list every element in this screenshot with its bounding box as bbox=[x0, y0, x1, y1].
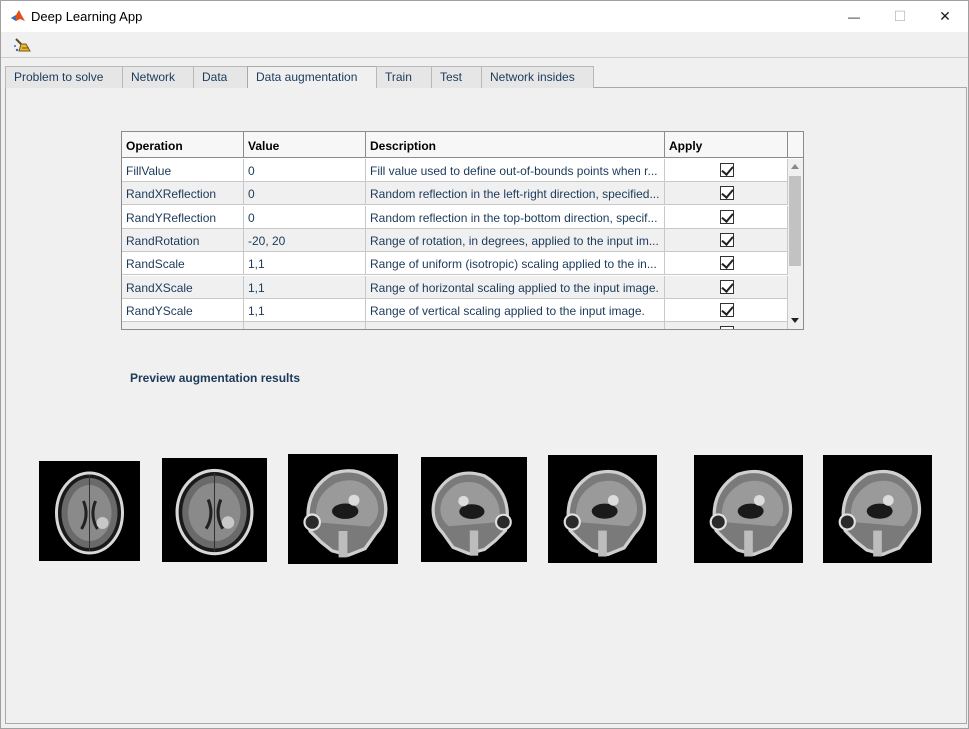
cell-value[interactable]: 1,1 bbox=[244, 252, 366, 276]
tab-label: Data bbox=[202, 70, 228, 84]
table-row[interactable]: RandYScale 1,1 Range of vertical scaling a… bbox=[122, 298, 788, 322]
cell-value[interactable]: 0 bbox=[244, 182, 366, 206]
close-button[interactable]: ✕ bbox=[922, 1, 968, 32]
scroll-thumb[interactable] bbox=[789, 176, 801, 266]
cell-description[interactable]: Fill value used to define out-of-bounds … bbox=[366, 159, 665, 182]
app-window: Deep Learning App — ☐ ✕ Problem to solve… bbox=[0, 0, 969, 729]
maximize-icon: ☐ bbox=[893, 8, 907, 24]
apply-checkbox[interactable] bbox=[720, 326, 734, 329]
apply-checkbox[interactable] bbox=[720, 302, 734, 317]
cell-value[interactable]: 0 bbox=[244, 159, 366, 182]
preview-image-6 bbox=[694, 455, 803, 563]
column-header-value[interactable]: Value bbox=[244, 132, 366, 158]
cell-value[interactable]: -20, 20 bbox=[244, 228, 366, 252]
cell-apply bbox=[665, 252, 788, 276]
apply-checkbox[interactable] bbox=[720, 186, 734, 201]
cell-description[interactable]: Range of vertical scaling applied to the… bbox=[366, 298, 665, 322]
preview-image-7 bbox=[823, 455, 932, 563]
table-scrollbar[interactable] bbox=[788, 159, 803, 329]
cell-description[interactable]: Range of uniform (isotropic) scaling app… bbox=[366, 252, 665, 276]
cell-apply bbox=[665, 275, 788, 299]
cell-operation[interactable]: RandYReflection bbox=[122, 205, 244, 229]
cell-description[interactable]: Range of horizontal scaling applied to t… bbox=[366, 275, 665, 299]
cell-description[interactable]: Random reflection in the top-bottom dire… bbox=[366, 205, 665, 229]
cell-apply bbox=[665, 298, 788, 322]
tab-test[interactable]: Test bbox=[431, 66, 482, 88]
brush-icon[interactable] bbox=[13, 36, 33, 54]
apply-checkbox[interactable] bbox=[720, 256, 734, 271]
preview-image-4 bbox=[421, 457, 527, 562]
preview-image-3 bbox=[288, 454, 398, 564]
matlab-logo-icon bbox=[10, 8, 26, 24]
tab-label: Network insides bbox=[490, 70, 575, 84]
table-row[interactable]: RandYReflection 0 Random reflection in the… bbox=[122, 205, 788, 229]
tab-label: Problem to solve bbox=[14, 70, 104, 84]
tab-problem-to-solve[interactable]: Problem to solve bbox=[5, 66, 123, 88]
scroll-up-icon[interactable] bbox=[791, 164, 799, 169]
apply-checkbox[interactable] bbox=[720, 279, 734, 294]
cell-apply bbox=[665, 205, 788, 229]
preview-image-1 bbox=[39, 461, 140, 561]
tab-data[interactable]: Data bbox=[193, 66, 248, 88]
close-icon: ✕ bbox=[939, 8, 951, 24]
scroll-down-icon[interactable] bbox=[791, 318, 799, 323]
cell-operation[interactable]: RandXScale bbox=[122, 275, 244, 299]
table-row[interactable]: RandXReflection 0 Random reflection in the… bbox=[122, 182, 788, 206]
column-header-operation[interactable]: Operation bbox=[122, 132, 244, 158]
cell-apply bbox=[665, 228, 788, 252]
table-row[interactable]: RandXScale 1,1 Range of horizontal scaling… bbox=[122, 275, 788, 299]
cell-value[interactable]: 0 bbox=[244, 205, 366, 229]
cell-operation[interactable]: RandScale bbox=[122, 252, 244, 276]
minimize-icon: — bbox=[848, 9, 860, 24]
cell-description[interactable] bbox=[366, 322, 665, 329]
tab-network-insides[interactable]: Network insides bbox=[481, 66, 594, 88]
cell-value[interactable] bbox=[244, 322, 366, 329]
title-bar: Deep Learning App — ☐ ✕ bbox=[1, 1, 968, 32]
apply-checkbox[interactable] bbox=[720, 209, 734, 224]
preview-image-5 bbox=[548, 455, 657, 563]
minimize-button[interactable]: — bbox=[831, 1, 877, 32]
cell-apply bbox=[665, 182, 788, 206]
tab-label: Train bbox=[385, 70, 412, 84]
preview-label: Preview augmentation results bbox=[130, 371, 301, 385]
window-title: Deep Learning App bbox=[31, 9, 143, 24]
apply-checkbox[interactable] bbox=[720, 232, 734, 247]
cell-operation[interactable]: FillValue bbox=[122, 159, 244, 182]
cell-value[interactable]: 1,1 bbox=[244, 298, 366, 322]
column-header-description[interactable]: Description bbox=[366, 132, 665, 158]
apply-checkbox[interactable] bbox=[720, 163, 734, 177]
tab-train[interactable]: Train bbox=[376, 66, 432, 88]
tab-label: Test bbox=[440, 70, 463, 84]
cell-operation[interactable]: RandYScale bbox=[122, 298, 244, 322]
table-header: Operation Value Description Apply bbox=[122, 132, 803, 158]
table-row[interactable] bbox=[122, 322, 788, 329]
preview-image-2 bbox=[162, 458, 267, 562]
cell-value[interactable]: 1,1 bbox=[244, 275, 366, 299]
column-header-apply[interactable]: Apply bbox=[665, 132, 788, 158]
cell-operation[interactable]: RandXReflection bbox=[122, 182, 244, 206]
cell-apply bbox=[665, 322, 788, 329]
toolbar bbox=[1, 32, 968, 58]
maximize-button[interactable]: ☐ bbox=[877, 1, 923, 32]
table-row[interactable]: RandRotation -20, 20 Range of rotation, in… bbox=[122, 228, 788, 252]
cell-operation[interactable] bbox=[122, 322, 244, 329]
cell-operation[interactable]: RandRotation bbox=[122, 228, 244, 252]
augmentation-table[interactable]: Operation Value Description Apply FillVa… bbox=[121, 131, 804, 330]
tab-data-augmentation[interactable]: Data augmentation bbox=[247, 66, 377, 89]
tab-label: Data augmentation bbox=[256, 70, 358, 84]
table-row[interactable]: RandScale 1,1 Range of uniform (isotropic)… bbox=[122, 252, 788, 276]
tab-network[interactable]: Network bbox=[122, 66, 194, 88]
table-row[interactable]: FillValue 0 Fill value used to define out-… bbox=[122, 159, 788, 182]
tab-bar: Problem to solve Network Data Data augme… bbox=[5, 66, 967, 89]
cell-apply bbox=[665, 159, 788, 182]
cell-description[interactable]: Random reflection in the left-right dire… bbox=[366, 182, 665, 206]
tab-label: Network bbox=[131, 70, 176, 84]
cell-description[interactable]: Range of rotation, in degrees, applied t… bbox=[366, 228, 665, 252]
